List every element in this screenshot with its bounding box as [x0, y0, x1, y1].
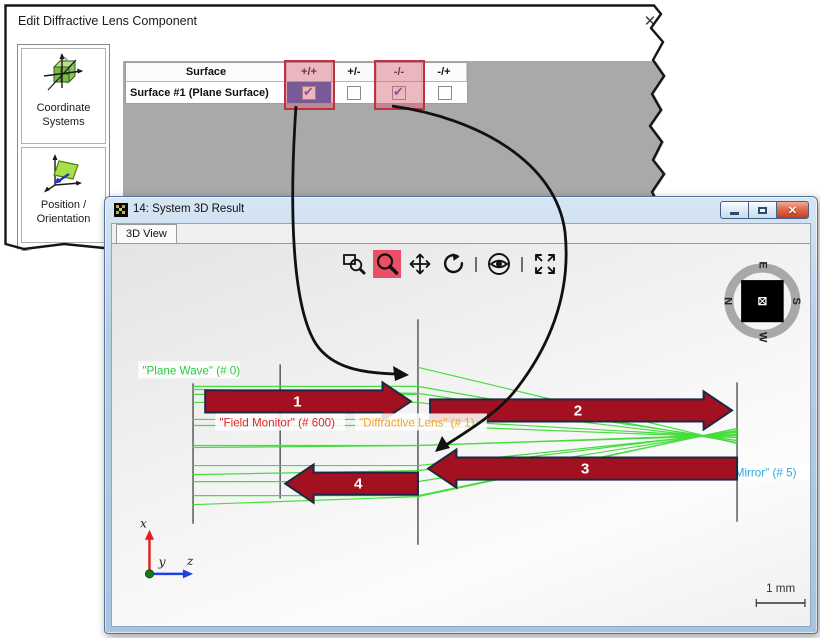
- svg-text:x: x: [140, 517, 147, 531]
- column-header-surface: Surface: [126, 63, 287, 82]
- svg-text:y: y: [158, 555, 166, 569]
- system-3d-result-window: 14: System 3D Result ✕ 3D View: [104, 196, 818, 634]
- compass-widget[interactable]: E S W N: [723, 261, 802, 343]
- scale-bar: 1 mm: [756, 583, 805, 607]
- svg-text:4: 4: [354, 476, 363, 493]
- dialog-sidebar: Coordinate Systems Position / Orientatio…: [17, 44, 110, 251]
- table-row-surface-name: Surface #1 (Plane Surface): [126, 82, 287, 103]
- close-button[interactable]: ✕: [776, 201, 809, 219]
- toolbar-separator: [475, 257, 477, 272]
- cell-pm: [332, 82, 377, 103]
- diffractive-lens-label: "Diffractive Lens" (# 1): [355, 413, 487, 430]
- svg-text:S: S: [790, 297, 802, 304]
- zoom-icon[interactable]: [373, 250, 401, 278]
- toolbar-separator: [521, 257, 523, 272]
- plane-wave-label: "Plane Wave" (# 0): [138, 361, 240, 378]
- svg-text:3: 3: [581, 461, 589, 478]
- window-controls: ✕: [721, 201, 809, 219]
- window-title: 14: System 3D Result: [133, 203, 244, 215]
- cell-mp: [422, 82, 467, 103]
- svg-text:"Plane Wave" (# 0): "Plane Wave" (# 0): [142, 365, 240, 377]
- window-client-area: 3D View: [111, 223, 811, 627]
- 3d-scene: "Ideal Plane Mirror" (# 5) 1 2 3 4: [112, 244, 810, 626]
- coordinate-systems-icon: [42, 83, 86, 100]
- minimize-icon: [730, 212, 739, 215]
- close-icon: ✕: [788, 204, 797, 217]
- checkbox-pm[interactable]: [347, 86, 361, 100]
- maximize-icon: [758, 207, 767, 214]
- sidebar-item-label: Coordinate Systems: [22, 102, 105, 130]
- svg-text:"Field Monitor" (# 600): "Field Monitor" (# 600): [219, 418, 335, 430]
- window-icon: [114, 203, 128, 217]
- column-header-mp: -/+: [422, 63, 467, 82]
- svg-text:E: E: [756, 261, 768, 268]
- close-icon[interactable]: ✕: [640, 12, 660, 32]
- tab-bar: 3D View: [112, 224, 810, 244]
- svg-text:N: N: [723, 297, 735, 305]
- sidebar-item-label: Position / Orientation: [22, 199, 105, 227]
- highlight-box-mm-column: [374, 60, 425, 110]
- svg-text:W: W: [756, 332, 768, 343]
- 3d-viewport: "Ideal Plane Mirror" (# 5) 1 2 3 4: [112, 244, 810, 626]
- svg-text:2: 2: [574, 403, 582, 420]
- position-orientation-icon: [42, 180, 86, 197]
- ray-bundle: [192, 367, 737, 504]
- axes-indicator: x y z: [140, 517, 194, 579]
- column-header-pm: +/-: [332, 63, 377, 82]
- svg-text:1 mm: 1 mm: [766, 583, 795, 595]
- svg-text:1: 1: [293, 393, 301, 410]
- view-eye-icon[interactable]: [485, 250, 513, 278]
- field-monitor-label: "Field Monitor" (# 600): [215, 413, 345, 430]
- fit-to-screen-icon[interactable]: [531, 250, 559, 278]
- highlight-box-pp-column: [284, 60, 335, 110]
- view-toolbar: [340, 250, 559, 278]
- pan-icon[interactable]: [406, 250, 434, 278]
- sidebar-item-position-orientation[interactable]: Position / Orientation: [21, 147, 106, 243]
- surface-lines: [193, 319, 737, 545]
- checkbox-mp[interactable]: [438, 86, 452, 100]
- sidebar-item-coordinate-systems[interactable]: Coordinate Systems: [21, 48, 106, 144]
- dialog-title: Edit Diffractive Lens Component: [18, 14, 197, 28]
- maximize-button[interactable]: [748, 201, 777, 219]
- zoom-window-icon[interactable]: [340, 250, 368, 278]
- tab-3d-view[interactable]: 3D View: [116, 224, 177, 243]
- svg-text:"Diffractive Lens" (# 1): "Diffractive Lens" (# 1): [359, 418, 475, 430]
- svg-text:z: z: [186, 554, 194, 568]
- minimize-button[interactable]: [720, 201, 749, 219]
- rotate-icon[interactable]: [439, 250, 467, 278]
